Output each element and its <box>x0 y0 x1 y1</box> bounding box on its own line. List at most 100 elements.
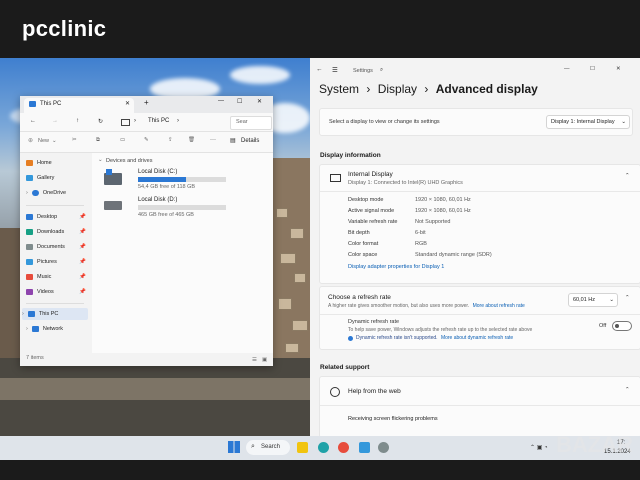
windows-start-icon[interactable] <box>228 441 240 453</box>
minimize-icon[interactable]: — <box>218 98 224 104</box>
drive-name: Local Disk (D:) <box>138 197 178 203</box>
nav-label: Music <box>37 274 52 280</box>
toggle-knob <box>615 324 619 328</box>
nav-item-downloads[interactable]: Downloads 📌 <box>26 226 86 238</box>
breadcrumb-display[interactable]: Display <box>378 82 417 96</box>
maximize-icon[interactable]: ☐ <box>590 66 595 72</box>
chrome-taskbar-icon[interactable] <box>338 442 349 453</box>
help-title[interactable]: Help from the web <box>348 388 401 395</box>
display-info-header: Display information <box>320 152 381 159</box>
edge-taskbar-icon[interactable] <box>318 442 329 453</box>
cloud-icon <box>31 190 39 196</box>
nav-item-desktop[interactable]: Desktop 📌 <box>26 211 86 223</box>
info-label: Desktop mode <box>348 197 384 203</box>
close-window-icon[interactable]: ✕ <box>616 66 621 72</box>
address-chevron-icon: › <box>134 118 136 124</box>
store-taskbar-icon[interactable] <box>359 442 370 453</box>
desktop-icon <box>26 214 33 220</box>
new-tab-icon[interactable]: + <box>144 98 149 107</box>
nav-item-gallery[interactable]: Gallery <box>26 172 86 184</box>
maximize-icon[interactable]: ☐ <box>237 98 242 105</box>
share-icon[interactable]: ⇪ <box>168 137 173 143</box>
collapse-chevron-icon[interactable]: ⌃ <box>625 387 630 393</box>
forward-arrow-icon[interactable]: → <box>52 118 58 124</box>
more-options-icon[interactable]: ··· <box>210 137 216 143</box>
up-arrow-icon[interactable]: ↑ <box>76 118 79 124</box>
nav-item-videos[interactable]: Videos 📌 <box>26 286 86 298</box>
menu-icon[interactable]: ☰ <box>332 66 338 74</box>
nav-item-documents[interactable]: Documents 📌 <box>26 241 86 253</box>
new-plus-icon: ⊕ <box>28 138 34 144</box>
nav-item-this-pc[interactable]: › This PC <box>22 308 88 320</box>
card-divider <box>320 314 640 315</box>
card-divider <box>320 405 640 406</box>
nav-label: Downloads <box>37 229 65 235</box>
drive-usage-bar <box>138 205 226 210</box>
refresh-icon[interactable]: ↻ <box>98 118 103 125</box>
pin-icon: 📌 <box>79 214 86 220</box>
chevron-down-icon: ⌄ <box>609 297 614 303</box>
display-select-dropdown[interactable]: Display 1: Internal Display ⌄ <box>546 115 630 129</box>
pin-icon: 📌 <box>79 289 86 295</box>
home-icon <box>26 160 33 166</box>
monitor-icon <box>330 174 341 182</box>
minimize-icon[interactable]: — <box>564 66 570 72</box>
nav-label: OneDrive <box>42 190 67 196</box>
address-path[interactable]: This PC <box>148 118 169 124</box>
details-view-icon[interactable]: ☰ <box>252 357 257 363</box>
display-name: Internal Display <box>348 171 393 178</box>
new-button[interactable]: New <box>38 138 49 144</box>
file-explorer-taskbar-icon[interactable] <box>297 442 308 453</box>
info-value: 1920 × 1080, 60,01 Hz <box>415 208 471 214</box>
breadcrumb-system[interactable]: System <box>319 82 359 96</box>
page-title: Advanced display <box>435 82 538 96</box>
paste-icon[interactable]: ▭ <box>120 137 125 143</box>
nav-item-music[interactable]: Music 📌 <box>26 271 86 283</box>
close-window-icon[interactable]: ✕ <box>257 98 262 105</box>
new-chevron-icon: ⌄ <box>52 138 57 144</box>
drive-item-d[interactable]: Local Disk (D:) 465 GB free of 465 GB <box>102 197 226 223</box>
nav-divider <box>26 205 84 206</box>
info-label: Bit depth <box>348 230 370 236</box>
nav-item-onedrive[interactable]: › OneDrive <box>26 187 86 199</box>
collapse-chevron-icon[interactable]: ⌃ <box>625 173 630 179</box>
drive-item-c[interactable]: Local Disk (C:) 54,4 GB free of 118 GB <box>102 169 226 195</box>
refresh-rate-dropdown[interactable]: 60,01 Hz ⌄ <box>568 293 618 307</box>
gallery-icon <box>26 175 33 181</box>
refresh-more-link[interactable]: More about refresh rate <box>473 303 525 309</box>
explorer-command-bar: ⊕ New ⌄ ✂ ⧉ ▭ ✎ ⇪ 🗑 ··· ▤ Details <box>20 132 273 153</box>
nav-item-network[interactable]: › Network <box>26 323 86 335</box>
dynamic-more-link[interactable]: More about dynamic refresh rate <box>441 335 513 341</box>
collapse-chevron-icon[interactable]: ⌃ <box>625 295 630 301</box>
back-arrow-icon[interactable]: ← <box>316 66 323 73</box>
tiles-view-icon[interactable]: ▣ <box>262 357 267 363</box>
settings-gear-taskbar-icon[interactable] <box>378 442 389 453</box>
taskbar-search[interactable]: ⌕ Search <box>246 440 290 455</box>
cut-icon[interactable]: ✂ <box>72 137 77 143</box>
drive-icon <box>104 201 122 210</box>
explorer-tab[interactable]: This PC ✕ <box>24 98 134 113</box>
details-button[interactable]: Details <box>241 138 259 144</box>
nav-label: This PC <box>38 311 59 317</box>
copy-icon[interactable]: ⧉ <box>96 137 100 144</box>
info-label: Color space <box>348 252 378 258</box>
search-placeholder: Sear <box>236 119 248 125</box>
tab-close-icon[interactable]: ✕ <box>125 100 130 107</box>
delete-icon[interactable]: 🗑 <box>188 137 195 143</box>
display-adapter-link[interactable]: Display adapter properties for Display 1 <box>348 264 444 270</box>
info-value: Not Supported <box>415 219 451 225</box>
back-arrow-icon[interactable]: ← <box>30 118 36 124</box>
nav-item-home[interactable]: Home <box>26 157 86 169</box>
search-icon[interactable]: ⌕ <box>380 67 383 74</box>
tray-icons[interactable]: ⌃ ▣ ◔ <box>530 444 548 451</box>
nav-item-pictures[interactable]: Pictures 📌 <box>26 256 86 268</box>
section-chevron-icon[interactable]: ⌄ <box>98 157 103 163</box>
help-link[interactable]: Receiving screen flickering problems <box>348 416 438 422</box>
related-support-header: Related support <box>320 364 370 371</box>
explorer-address-bar: ← → ↑ ↻ › This PC › Sear <box>20 113 273 132</box>
refresh-sub-text: A higher rate gives smoother motion, but… <box>328 303 470 309</box>
monitor-bezel-bottom <box>0 460 640 480</box>
download-icon <box>26 229 33 235</box>
rename-icon[interactable]: ✎ <box>144 137 149 143</box>
dynamic-refresh-toggle[interactable] <box>612 321 632 331</box>
